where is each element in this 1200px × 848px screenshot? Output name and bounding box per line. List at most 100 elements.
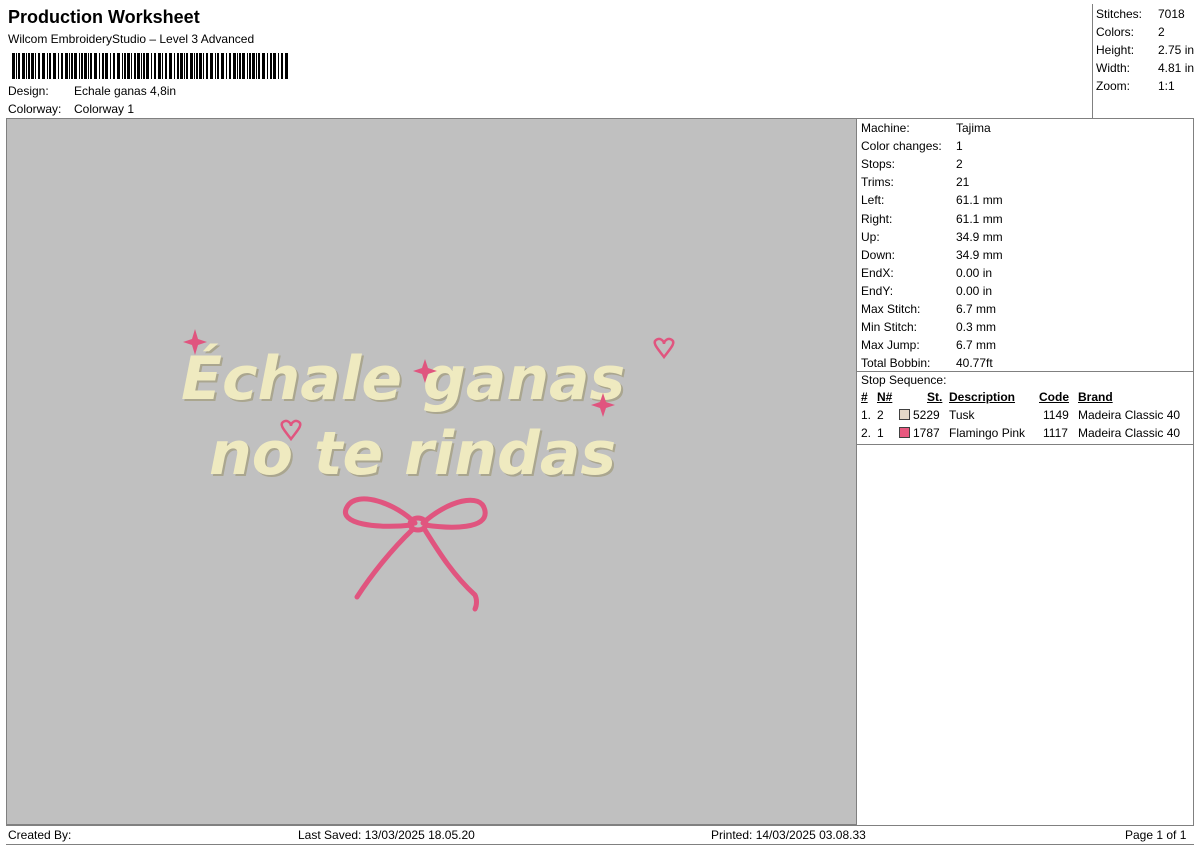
barcode-bar [252,53,255,79]
design-preview-canvas[interactable]: Échale ganas Échale ganas no te rindas n… [6,118,857,825]
barcode-bar [53,53,56,79]
row-stitches: 5229 [913,408,940,422]
info-value: 0.3 mm [956,320,997,335]
barcode-bar [105,53,108,79]
heart-icon [653,337,675,360]
page-number: Page 1 of 1 [1125,828,1187,842]
barcode-bar [71,53,73,79]
embroidery-design: Échale ganas Échale ganas no te rindas n… [181,329,675,612]
design-label: Design: [8,84,49,98]
col-header-code: Code [1039,390,1069,404]
info-value: 0.00 in [956,265,993,280]
info-value: 1 [956,139,963,154]
row-brand: Madeira Classic 40 [1078,408,1181,422]
barcode-bar [49,53,51,79]
barcode-bar [177,53,179,79]
barcode-bar [35,53,36,79]
info-value: 40.77ft [956,356,993,371]
worksheet-footer: Created By: Last Saved: 13/03/2025 18.05… [6,825,1194,845]
info-label: Total Bobbin: [861,356,931,371]
barcode-bar [184,53,185,79]
created-by: Created By: [8,828,72,842]
row-index: 2. [861,426,872,440]
row-code: 1149 [1043,408,1069,422]
barcode-bar [267,53,268,79]
barcode-bar [58,53,59,79]
barcode-bar [26,53,27,79]
barcode-bar [12,53,15,79]
row-description: Flamingo Pink [949,426,1026,440]
bow-ribbon [343,496,488,612]
barcode-bar [90,53,92,79]
barcode-bar [146,53,149,79]
barcode-bar [196,53,198,79]
info-value: 21 [956,175,970,190]
col-header-stitches: St. [927,390,943,404]
barcode-bar [233,53,236,79]
barcode-bar [281,53,283,79]
barcode-bar [122,53,123,79]
barcode-bar [199,53,202,79]
color-swatch [899,427,910,438]
barcode-bar [102,53,104,79]
barcode-bar [221,53,224,79]
barcode-bar [249,53,251,79]
barcode-bar [239,53,241,79]
barcode-bar [61,53,63,79]
row-needle: 1 [877,426,884,440]
divider [857,371,1193,372]
barcode-bar [210,53,213,79]
info-label: Min Stitch: [861,320,918,335]
row-description: Tusk [949,408,975,422]
barcode-bar [169,53,172,79]
info-label: Stops: [861,157,896,172]
barcode-bar [16,53,17,79]
info-value: Tajima [956,121,991,135]
page-title: Production Worksheet [8,7,200,27]
col-header-index: # [861,390,868,404]
barcode-bar [273,53,276,79]
design-text-line-1: Échale ganas [181,342,625,414]
barcode-bar [186,53,188,79]
info-value: 61.1 mm [956,211,1003,226]
barcode-bar [79,53,80,79]
barcode-bar [99,53,100,79]
barcode-bar [229,53,231,79]
info-value: 34.9 mm [956,229,1003,244]
barcode-bar [28,53,30,79]
printed-date: Printed: 14/03/2025 03.08.33 [711,828,866,842]
design-name: Echale ganas 4,8in [74,84,177,98]
design-text-line-2: no te rindas [209,419,616,489]
info-label: EndX: [861,265,894,280]
colorway-name: Colorway 1 [74,102,135,116]
info-label: Color changes: [861,139,942,154]
col-header-brand: Brand [1078,390,1113,404]
stop-sequence-title: Stop Sequence: [861,373,947,387]
barcode-bar [42,53,45,79]
info-label: Trims: [861,175,894,190]
barcode-bar [194,53,195,79]
barcode-bar [74,53,77,79]
barcode-bar [190,53,193,79]
info-value: 0.00 in [956,283,993,298]
barcode-bar [162,53,163,79]
barcode-bar [18,53,20,79]
barcode-bar [258,53,260,79]
barcode-bar [247,53,248,79]
barcode-bar [31,53,34,79]
barcode-bar [88,53,89,79]
barcode-bar [65,53,68,79]
barcode-bar [110,53,111,79]
row-code: 1117 [1043,426,1068,440]
barcode-bar [285,53,288,79]
barcode-bar [242,53,245,79]
info-label: Left: [861,193,885,208]
barcode-bar [38,53,40,79]
row-needle: 2 [877,408,884,422]
barcode-bar [134,53,136,79]
barcode-bar [47,53,48,79]
worksheet-header: Production Worksheet Wilcom EmbroiderySt… [6,4,1194,119]
barcode-bar [84,53,87,79]
info-value: 6.7 mm [956,302,997,316]
barcode-bar [270,53,272,79]
